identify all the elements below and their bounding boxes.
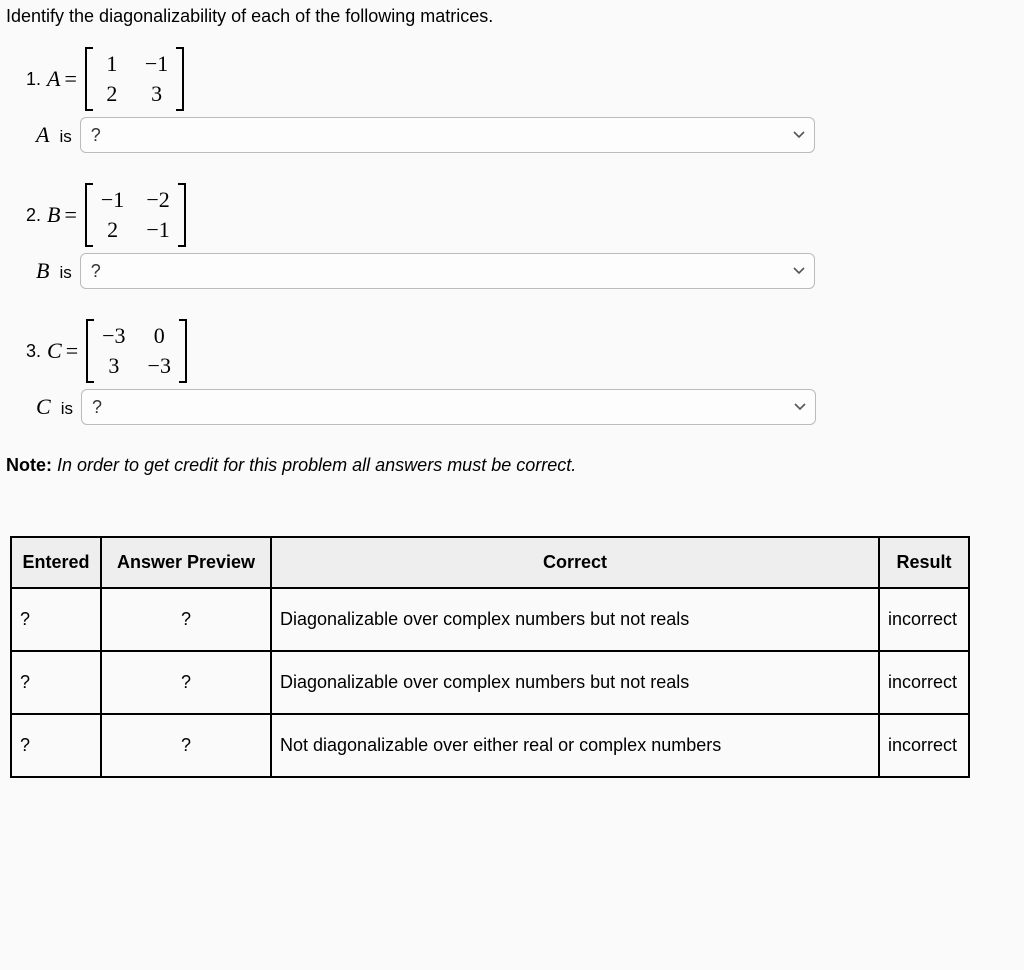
matrix-display: −1 −2 2 −1 (85, 183, 186, 247)
matrix-display: −3 0 3 −3 (86, 319, 187, 383)
col-result: Result (879, 537, 969, 588)
cell-result: incorrect (879, 588, 969, 651)
cell-correct: Not diagonalizable over either real or c… (271, 714, 879, 777)
results-table: Entered Answer Preview Correct Result ? … (10, 536, 970, 778)
item-number: 1. (26, 69, 41, 90)
cell-entered: ? (11, 714, 101, 777)
matrix-problem-b: 2. B = −1 −2 2 −1 B is ? (26, 183, 1014, 289)
matrix-cell: −2 (146, 187, 169, 213)
diagonalizability-select-c[interactable]: ? (81, 389, 816, 425)
cell-preview: ? (101, 651, 271, 714)
is-label: is (59, 127, 71, 147)
note-text: In order to get credit for this problem … (57, 455, 576, 475)
is-label: is (59, 263, 71, 283)
matrix-cell: 0 (148, 323, 171, 349)
equals-sign: = (64, 66, 76, 92)
matrix-cell: 2 (101, 217, 124, 243)
matrix-cell: −1 (101, 187, 124, 213)
note: Note: In order to get credit for this pr… (6, 455, 1014, 476)
matrix-cell: 3 (145, 81, 168, 107)
cell-preview: ? (101, 588, 271, 651)
diagonalizability-select-b[interactable]: ? (80, 253, 815, 289)
table-row: ? ? Diagonalizable over complex numbers … (11, 588, 969, 651)
cell-preview: ? (101, 714, 271, 777)
equals-sign: = (64, 202, 76, 228)
matrix-name: A (47, 66, 60, 92)
matrix-name: C (47, 338, 62, 364)
col-correct: Correct (271, 537, 879, 588)
matrix-cell: −3 (102, 323, 125, 349)
equals-sign: = (66, 338, 78, 364)
cell-entered: ? (11, 588, 101, 651)
cell-correct: Diagonalizable over complex numbers but … (271, 588, 879, 651)
matrix-cell: 1 (101, 51, 123, 77)
answer-var: A (36, 122, 49, 148)
table-row: ? ? Not diagonalizable over either real … (11, 714, 969, 777)
matrix-display: 1 −1 2 3 (85, 47, 184, 111)
col-preview: Answer Preview (101, 537, 271, 588)
cell-result: incorrect (879, 714, 969, 777)
matrix-cell: −1 (146, 217, 169, 243)
item-number: 2. (26, 205, 41, 226)
problem-intro: Identify the diagonalizability of each o… (6, 6, 1014, 27)
cell-result: incorrect (879, 651, 969, 714)
matrix-cell: 3 (102, 353, 125, 379)
diagonalizability-select-a[interactable]: ? (80, 117, 815, 153)
answer-var: B (36, 258, 49, 284)
is-label: is (61, 399, 73, 419)
answer-var: C (36, 394, 51, 420)
matrix-cell: −1 (145, 51, 168, 77)
cell-entered: ? (11, 651, 101, 714)
matrix-name: B (47, 202, 60, 228)
matrix-problem-a: 1. A = 1 −1 2 3 A is ? (26, 47, 1014, 153)
col-entered: Entered (11, 537, 101, 588)
cell-correct: Diagonalizable over complex numbers but … (271, 651, 879, 714)
matrix-problem-c: 3. C = −3 0 3 −3 C is ? (26, 319, 1014, 425)
matrix-cell: 2 (101, 81, 123, 107)
note-label: Note (6, 455, 46, 475)
matrix-cell: −3 (148, 353, 171, 379)
item-number: 3. (26, 341, 41, 362)
table-row: ? ? Diagonalizable over complex numbers … (11, 651, 969, 714)
